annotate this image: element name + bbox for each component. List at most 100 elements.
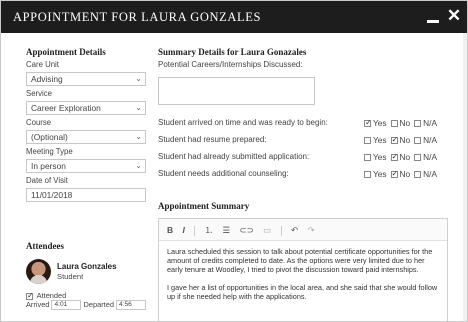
option-checkbox[interactable] [390,152,398,162]
image-icon[interactable]: ▭ [263,219,271,241]
option-checkbox[interactable] [390,120,398,128]
attendees-heading: Attendees [26,241,64,251]
appointment-details-panel: Appointment Details Care Unit Advising ⌄… [26,47,148,202]
toolbar-divider [280,225,282,236]
option-label: No [399,169,411,179]
service-value: Career Exploration [31,103,101,113]
toolbar-divider [194,225,196,236]
chevron-down-icon: ⌄ [135,74,142,83]
option-yes[interactable]: Yes [364,152,387,162]
option-yes[interactable]: Yes [364,169,387,179]
option-label: N/A [423,169,437,179]
option-no[interactable]: No [390,152,411,162]
chevron-down-icon: ⌄ [135,103,142,112]
option-checkbox[interactable] [390,135,398,145]
option-label: No [399,118,411,128]
careers-textarea[interactable] [158,77,315,105]
question-1-options: Yes No N/A [364,135,441,145]
option-label: Yes [373,118,387,128]
chevron-down-icon: ⌄ [135,161,142,170]
option-no[interactable]: No [390,118,411,128]
undo-icon[interactable]: ↶ [291,219,298,241]
arrived-time-field[interactable]: 4:01 [51,300,82,311]
appointment-window: APPOINTMENT FOR LAURA GONZALES ✕ Appoint… [0,0,468,322]
meeting-type-select[interactable]: In person ⌄ [26,159,146,173]
care-unit-select[interactable]: Advising ⌄ [26,72,146,86]
attended-label: Attended [36,291,67,300]
option-checkbox[interactable] [390,169,398,179]
date-of-visit-label: Date of Visit [26,176,68,185]
question-2: Student had already submitted applicatio… [158,152,310,161]
course-select[interactable]: (Optional) ⌄ [26,130,146,144]
option-na[interactable]: N/A [414,118,437,128]
option-checkbox[interactable] [414,171,422,179]
meeting-type-label: Meeting Type [26,147,73,156]
option-checkbox[interactable] [414,137,422,145]
summary-heading: Summary Details for Laura Gonazales [158,47,307,57]
bold-button[interactable]: B [167,219,173,241]
option-checkbox[interactable] [414,154,422,162]
link-icon[interactable]: ⊂⊃ [240,219,254,241]
option-na[interactable]: N/A [414,152,437,162]
option-yes[interactable]: Yes [364,118,387,128]
option-no[interactable]: No [390,135,411,145]
option-label: No [399,135,411,145]
option-label: No [399,152,411,162]
arrived-label: Arrived [26,300,50,309]
option-checkbox[interactable] [364,171,371,179]
question-0-options: Yes No N/A [364,118,441,128]
scrollbar[interactable] [463,33,467,321]
close-button[interactable]: ✕ [445,7,463,25]
option-checkbox[interactable] [364,137,371,145]
summary-panel: Summary Details for Laura Gonazales Pote… [158,47,454,105]
option-yes[interactable]: Yes [364,135,387,145]
service-select[interactable]: Career Exploration ⌄ [26,101,146,115]
option-checkbox[interactable] [364,154,371,162]
appointment-summary-editor[interactable]: B I ⒈ ☰ ⊂⊃ ▭ ↶ ↷ Laura scheduled this se… [158,218,448,321]
appointment-details-heading: Appointment Details [26,47,106,57]
option-na[interactable]: N/A [414,135,437,145]
question-0: Student arrived on time and was ready to… [158,118,328,127]
attended-row: Attended [26,291,66,300]
date-of-visit-field[interactable]: 11/01/2018 [26,188,146,202]
course-value: (Optional) [31,132,68,142]
option-label: Yes [373,152,387,162]
appointment-summary-heading: Appointment Summary [158,201,250,211]
option-no[interactable]: No [390,169,411,179]
editor-toolbar: B I ⒈ ☰ ⊂⊃ ▭ ↶ ↷ [159,219,447,241]
option-na[interactable]: N/A [414,169,437,179]
departed-time-field[interactable]: 4:56 [116,300,147,311]
care-unit-value: Advising [31,74,63,84]
attendee-role: Student [57,272,84,281]
service-label: Service [26,89,52,98]
window-title: APPOINTMENT FOR LAURA GONZALES [13,10,261,24]
title-bar: APPOINTMENT FOR LAURA GONZALES ✕ [1,1,467,33]
ordered-list-icon[interactable]: ⒈ [205,219,214,241]
minimize-button[interactable] [426,9,440,25]
question-2-options: Yes No N/A [364,152,441,162]
option-checkbox[interactable] [364,118,372,128]
question-1: Student had resume prepared: [158,135,267,144]
arrival-departure-row: Arrived 4:01 Departed 4:56 [26,300,147,311]
question-3-options: Yes No N/A [364,169,441,179]
option-label: Yes [373,169,387,179]
italic-button[interactable]: I [183,219,185,241]
option-label: Yes [373,135,387,145]
redo-icon[interactable]: ↷ [307,219,314,241]
avatar [26,259,51,284]
attended-checkbox[interactable] [26,291,34,300]
option-label: N/A [423,118,437,128]
question-3: Student needs additional counseling: [158,169,289,178]
bullet-list-icon[interactable]: ☰ [223,219,231,241]
meeting-type-value: In person [31,161,66,171]
departed-label: Departed [83,300,114,309]
attendee-name: Laura Gonzales [57,262,117,271]
care-unit-label: Care Unit [26,60,59,69]
option-checkbox[interactable] [414,120,422,128]
chevron-down-icon: ⌄ [135,132,142,141]
option-label: N/A [423,135,437,145]
summary-paragraph: Laura scheduled this session to talk abo… [167,247,433,275]
course-label: Course [26,118,52,127]
editor-body[interactable]: Laura scheduled this session to talk abo… [159,241,447,315]
summary-paragraph: I gave her a list of opportunities in th… [167,282,438,301]
